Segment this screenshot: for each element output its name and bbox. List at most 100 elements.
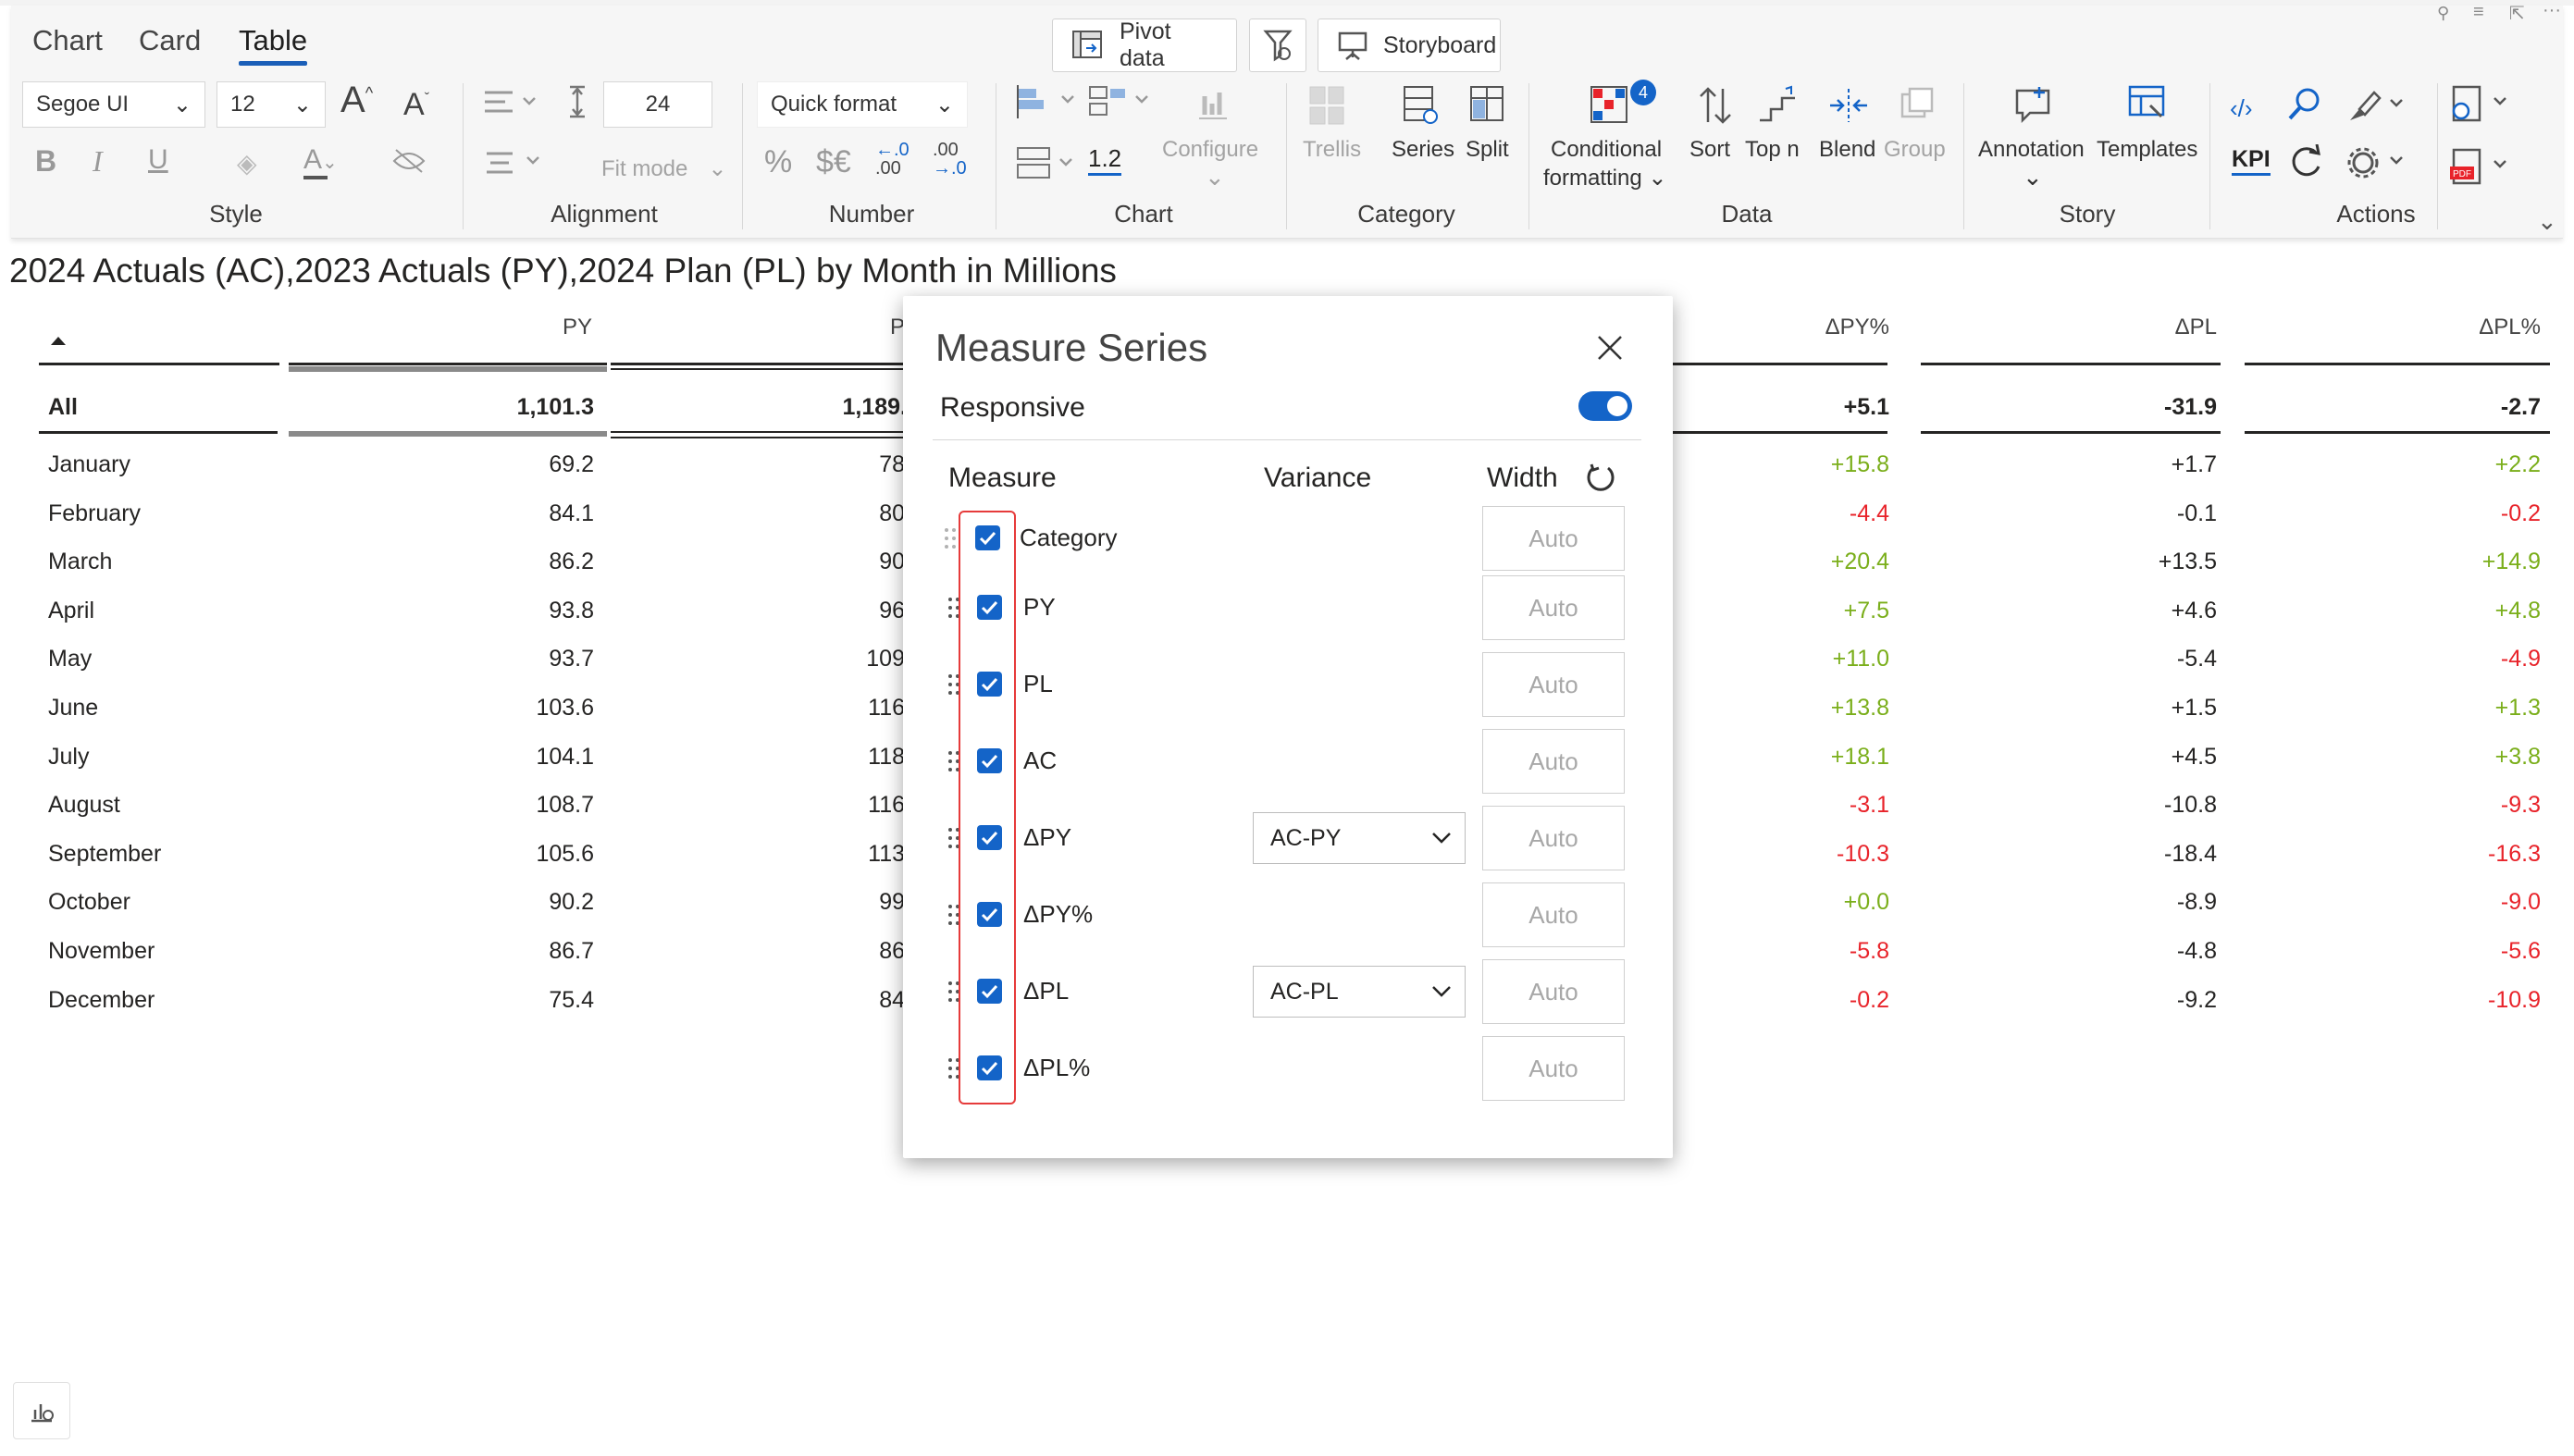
line-height-icon[interactable] (566, 83, 588, 120)
month-label: March (48, 549, 113, 574)
measure-label: AC (1023, 747, 1058, 774)
group-separator (2209, 83, 2210, 229)
pl-value: 90 (879, 549, 905, 574)
currency-icon[interactable]: $€ (816, 144, 851, 180)
responsive-label: Responsive (940, 392, 1085, 423)
category-group-label: Category (1357, 200, 1455, 228)
row-height-input[interactable]: 24 (603, 81, 712, 128)
header-dpl[interactable]: ΔPL (1921, 315, 2217, 340)
month-label: June (48, 695, 99, 721)
header-divider (2245, 363, 2550, 365)
series-button[interactable]: Series (1392, 137, 1454, 163)
annotation-icon (2013, 85, 2054, 126)
chevron-down-icon (1431, 985, 1452, 998)
top-n-button[interactable]: Top n (1745, 137, 1800, 163)
header-pl[interactable]: P (611, 315, 905, 340)
search-icon[interactable] (2287, 87, 2322, 124)
storyboard-button[interactable]: Storyboard (1318, 19, 1501, 72)
focus-mode-icon[interactable]: ⇱ (2509, 2, 2525, 25)
collapse-ribbon-icon[interactable]: ⌄ (2537, 207, 2557, 236)
annotation-button[interactable]: Annotation (1978, 137, 2085, 163)
sort-button[interactable]: Sort (1689, 137, 1730, 163)
fit-mode-select[interactable]: Fit mode ⌄ (601, 155, 726, 182)
close-icon[interactable] (1593, 331, 1627, 364)
width-input[interactable]: Auto (1482, 575, 1625, 640)
tab-card[interactable]: Card (139, 24, 201, 57)
sort-ascending-icon[interactable] (50, 335, 67, 346)
bold-icon[interactable]: B (35, 144, 56, 179)
dialog-title: Measure Series (935, 326, 1208, 369)
month-label: November (48, 938, 155, 964)
increase-font-icon[interactable]: A^ (340, 80, 373, 121)
header-dpy-percent[interactable]: ΔPY% (1684, 315, 1889, 340)
width-input[interactable]: Auto (1482, 652, 1625, 717)
tab-chart[interactable]: Chart (32, 24, 103, 57)
font-size-select[interactable]: 12 ⌄ (217, 81, 326, 128)
variance-value: AC-PY (1270, 824, 1342, 851)
split-button[interactable]: Split (1466, 137, 1509, 163)
chart-layout-icon[interactable] (1016, 83, 1182, 124)
py-value: 93.7 (549, 646, 594, 672)
pivot-data-button[interactable]: Pivot data (1052, 19, 1237, 72)
drag-handle-icon[interactable] (944, 527, 957, 549)
width-input[interactable]: Auto (1482, 506, 1625, 571)
blend-button[interactable]: Blend (1819, 137, 1875, 163)
kpi-button[interactable]: KPI (2232, 146, 2271, 176)
trellis-button[interactable]: Trellis (1303, 137, 1361, 163)
conditional-formatting-button[interactable]: formatting ⌄ (1543, 165, 1667, 191)
italic-icon[interactable]: I (93, 144, 103, 179)
font-family-value: Segoe UI (36, 92, 130, 117)
pdf-export-icon[interactable]: PDF (2448, 148, 2517, 189)
all-row-divider (39, 431, 278, 434)
underline-icon[interactable]: U (148, 144, 168, 176)
width-input[interactable]: Auto (1482, 959, 1625, 1024)
quick-format-select[interactable]: Quick format ⌄ (757, 81, 968, 128)
width-input[interactable]: Auto (1482, 729, 1625, 794)
fill-color-icon[interactable]: ◈ (237, 148, 257, 179)
font-family-select[interactable]: Segoe UI ⌄ (22, 81, 205, 128)
sort-icon (1697, 85, 1734, 126)
dpl-value: -5.4 (2176, 646, 2217, 672)
dpl-value: +4.5 (2171, 744, 2217, 770)
export-settings-icon[interactable] (2448, 85, 2517, 126)
variance-select[interactable]: AC-PY (1253, 812, 1466, 864)
refresh-icon[interactable] (2289, 144, 2324, 179)
filter-button[interactable] (1249, 19, 1306, 72)
vertical-align-icon[interactable] (483, 148, 548, 176)
pin-icon[interactable]: ⚲ (2437, 4, 2449, 23)
decrease-decimals-icon[interactable]: ←.0.00 (875, 141, 910, 178)
code-icon[interactable]: ‹/› (2230, 94, 2253, 123)
chart-arrange-icon[interactable] (1016, 144, 1081, 181)
responsive-toggle[interactable] (1578, 391, 1632, 421)
visual-settings-button[interactable] (13, 1382, 70, 1439)
group-button[interactable]: Group (1884, 137, 1946, 163)
hide-icon[interactable] (390, 146, 427, 174)
templates-button[interactable]: Templates (2097, 137, 2197, 163)
settings-icon[interactable] (2345, 144, 2409, 181)
more-options-icon[interactable]: ··· (2543, 0, 2561, 21)
scale-value[interactable]: 1.2 (1088, 144, 1122, 176)
filter-icon[interactable]: ≡ (2473, 2, 2484, 23)
width-input[interactable]: Auto (1482, 806, 1625, 870)
variance-select[interactable]: AC-PL (1253, 966, 1466, 1018)
py-value: 69.2 (549, 451, 594, 477)
brush-icon[interactable] (2345, 87, 2409, 124)
py-value: 90.2 (549, 889, 594, 915)
decrease-font-icon[interactable]: Aˇ (403, 87, 429, 123)
width-input[interactable]: Auto (1482, 882, 1625, 947)
percent-icon[interactable]: % (764, 144, 792, 180)
group-separator (1286, 83, 1287, 229)
header-dpl-percent[interactable]: ΔPL% (2245, 315, 2541, 340)
all-row-divider (611, 431, 907, 433)
month-label: September (48, 841, 162, 867)
header-py[interactable]: PY (289, 315, 592, 340)
increase-decimals-icon[interactable]: .00 →.0 (933, 141, 967, 178)
font-color-icon[interactable]: A⌄ (303, 144, 338, 179)
group-separator (1528, 83, 1529, 229)
configure-button[interactable]: Configure (1162, 137, 1258, 163)
width-input[interactable]: Auto (1482, 1036, 1625, 1101)
measure-label: ΔPY% (1023, 900, 1094, 928)
horizontal-align-icon[interactable] (483, 87, 542, 120)
tab-table[interactable]: Table (239, 24, 307, 57)
reset-width-icon[interactable] (1584, 461, 1617, 494)
